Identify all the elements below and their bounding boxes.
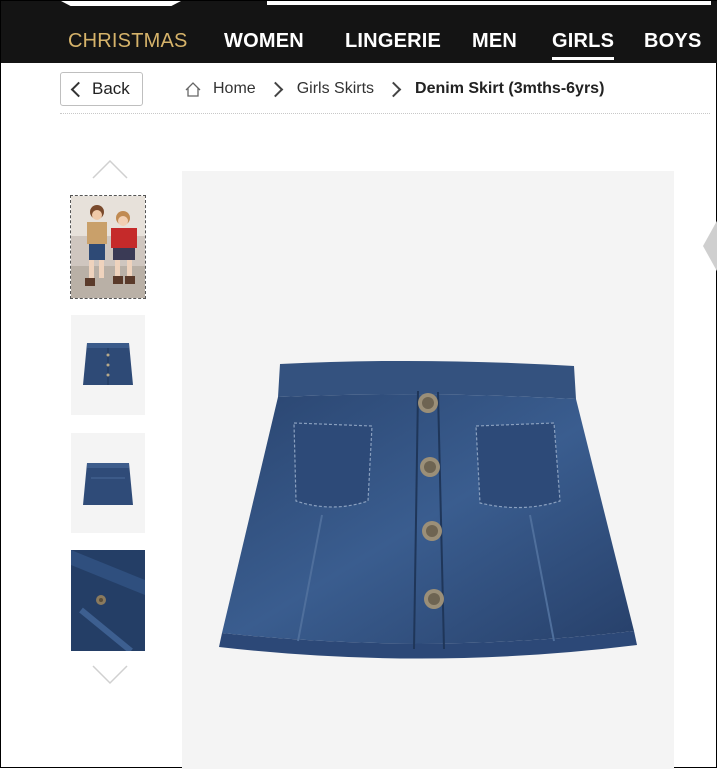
next-image-button[interactable]	[703, 219, 717, 273]
chevron-right-icon	[267, 81, 283, 97]
breadcrumb-home[interactable]: Home	[213, 80, 256, 98]
home-icon[interactable]	[185, 82, 201, 97]
breadcrumb-current: Denim Skirt (3mths-6yrs)	[415, 80, 605, 97]
search-bar[interactable]	[267, 1, 711, 5]
thumbnail-front[interactable]	[71, 315, 145, 415]
breadcrumb-category[interactable]: Girls Skirts	[297, 80, 374, 98]
thumbnail-back[interactable]	[71, 433, 145, 533]
breadcrumb: Home Girls Skirts Denim Skirt (3mths-6yr…	[185, 77, 604, 101]
back-button[interactable]: Back	[60, 72, 143, 106]
nav-item-christmas[interactable]: CHRISTMAS	[68, 27, 188, 55]
chevron-left-icon	[703, 220, 717, 272]
thumbnail-back-image	[83, 463, 133, 505]
chevron-left-icon	[70, 81, 87, 97]
chevron-down-icon	[92, 665, 128, 685]
chevron-right-icon	[385, 81, 402, 97]
thumbnail-lifestyle-image	[71, 196, 145, 298]
thumbnail-detail-image	[71, 550, 145, 654]
nav-item-men[interactable]: MEN	[472, 27, 517, 55]
nav-item-women[interactable]: WOMEN	[224, 27, 304, 55]
brand-logo[interactable]	[61, 1, 181, 6]
thumbnails-up-button[interactable]	[91, 158, 129, 180]
thumbnails-down-button[interactable]	[91, 664, 129, 686]
thumbnail-detail[interactable]	[71, 550, 145, 654]
breadcrumb-divider	[60, 113, 710, 114]
back-button-label: Back	[92, 79, 130, 98]
denim-skirt-image	[219, 360, 637, 659]
nav-item-girls[interactable]: GIRLS	[552, 27, 615, 60]
thumbnail-front-image	[83, 343, 133, 385]
thumbnail-lifestyle[interactable]	[70, 195, 146, 299]
top-navigation-bar: CHRISTMAS WOMEN LINGERIE MEN GIRLS BOYS	[1, 1, 717, 63]
main-product-image[interactable]	[182, 171, 674, 769]
nav-item-boys[interactable]: BOYS	[644, 27, 701, 55]
chevron-up-icon	[92, 159, 128, 179]
nav-item-lingerie[interactable]: LINGERIE	[345, 27, 441, 55]
